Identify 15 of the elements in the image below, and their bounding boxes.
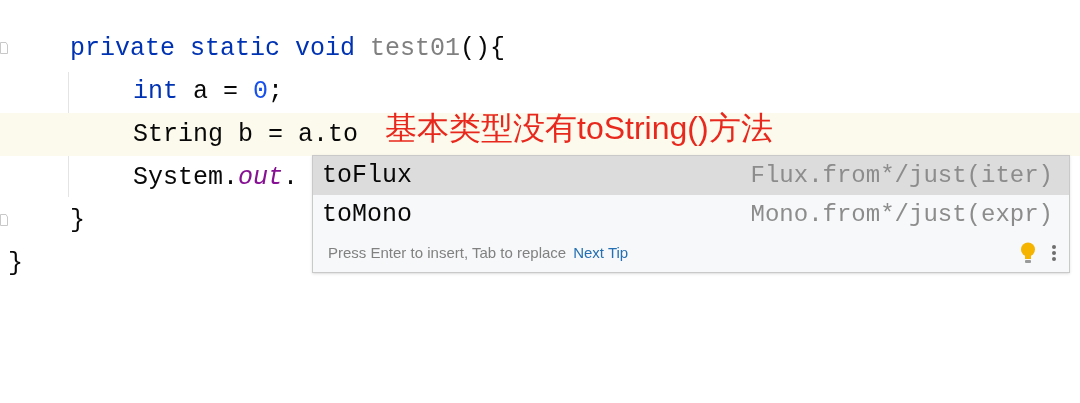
code-line: } [8,247,23,280]
lightbulb-icon[interactable] [1020,242,1036,264]
annotation-text: 基本类型没有toString()方法 [385,109,773,148]
code-line: } [70,204,85,237]
completion-item[interactable]: toMono Mono.from*/just(expr) [313,195,1069,234]
next-tip-link[interactable]: Next Tip [573,241,629,265]
fold-icon[interactable] [0,42,8,54]
completion-item[interactable]: toFlux Flux.from*/just(iter) [313,156,1069,195]
footer-hint: Press Enter to insert, Tab to replace [328,242,567,263]
code-line: String b = a.to [133,118,359,151]
fold-icon[interactable] [0,214,8,226]
more-options-icon[interactable] [1051,244,1057,262]
code-line: private static void test01(){ [70,32,506,65]
code-line: int a = 0; [133,75,284,108]
code-line: System.out. [133,161,299,194]
